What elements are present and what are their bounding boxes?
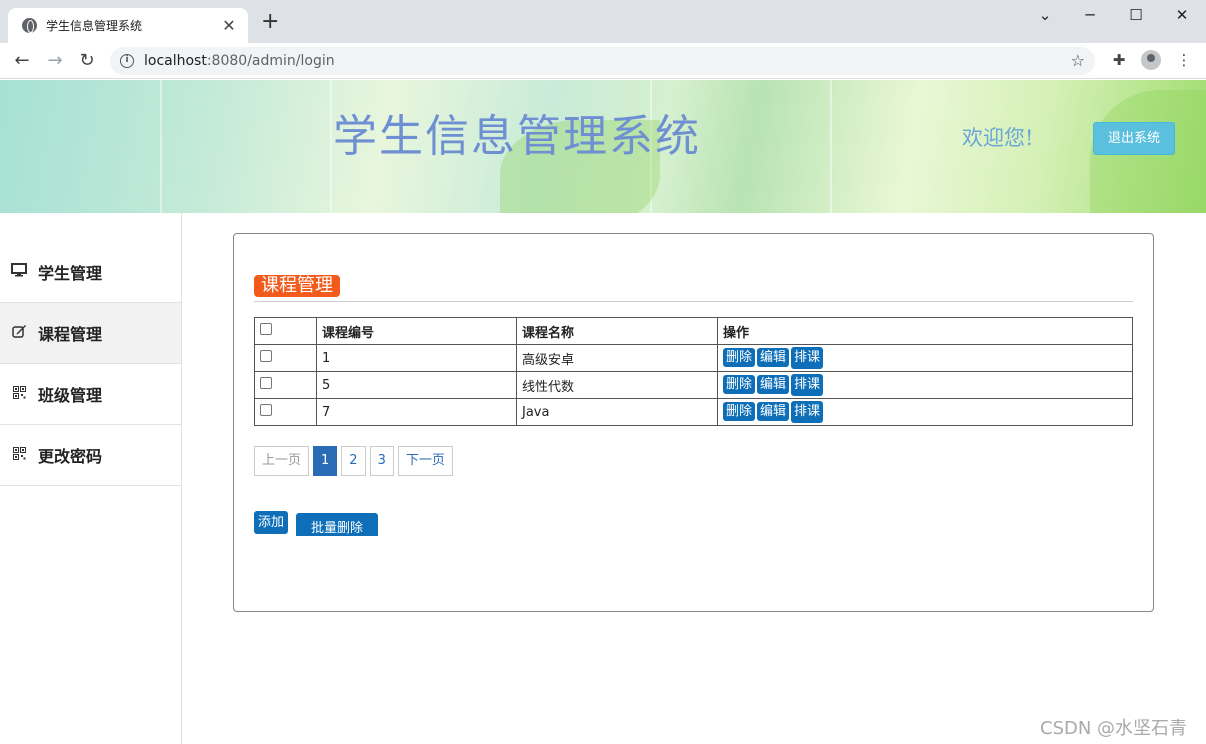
qrcode-icon <box>10 385 28 403</box>
browser-toolbar: ← → ↻ i localhost:8080/admin/login ☆ ✚ ⋮ <box>0 43 1206 79</box>
schedule-button[interactable]: 排课 <box>791 401 824 423</box>
address-bar[interactable]: i localhost:8080/admin/login ☆ <box>110 47 1095 75</box>
qrcode-icon <box>10 446 28 464</box>
column-header: 操作 <box>717 317 1133 345</box>
row-select-cell <box>254 344 317 372</box>
actions-cell: 删除 编辑 排课 <box>717 371 1133 399</box>
course-name-cell: 线性代数 <box>516 371 718 399</box>
back-icon[interactable]: ← <box>10 49 34 73</box>
edit-icon <box>10 324 28 342</box>
site-info-icon[interactable]: i <box>120 54 134 68</box>
course-table: 课程编号 课程名称 操作 1 高级安卓 删除 编辑 排课 5 线性代数 删除 编辑 排课… <box>254 317 1133 426</box>
pagination: 上一页 1 2 3 下一页 <box>254 446 457 476</box>
delete-button[interactable]: 删除 <box>723 402 756 421</box>
prev-page-button[interactable]: 上一页 <box>254 446 310 476</box>
banner-decoration <box>830 80 832 213</box>
url-path: :8080/admin/login <box>206 53 335 69</box>
course-name-cell: Java <box>516 398 718 426</box>
sidebar-item-label: 更改密码 <box>38 447 103 466</box>
select-all-cell <box>254 317 317 345</box>
browser-tab-bar: 学生信息管理系统 ✕ + ⌄ ─ ☐ ✕ <box>0 0 1206 43</box>
reload-icon[interactable]: ↻ <box>75 49 99 73</box>
table-row: 1 高级安卓 删除 编辑 排课 <box>254 344 1133 372</box>
edit-button[interactable]: 编辑 <box>757 375 790 394</box>
next-page-button[interactable]: 下一页 <box>397 446 453 476</box>
sidebar-item-label: 学生管理 <box>38 264 103 283</box>
actions-cell: 删除 编辑 排课 <box>717 398 1133 426</box>
forward-icon[interactable]: → <box>43 49 67 73</box>
schedule-button[interactable]: 排课 <box>791 374 824 396</box>
edit-button[interactable]: 编辑 <box>757 348 790 367</box>
course-name-cell: 高级安卓 <box>516 344 718 372</box>
close-window-button[interactable]: ✕ <box>1167 6 1197 24</box>
extensions-icon[interactable]: ✚ <box>1108 51 1130 69</box>
page-button[interactable]: 2 <box>341 446 366 476</box>
url-text: localhost:8080/admin/login <box>144 53 335 69</box>
schedule-button[interactable]: 排课 <box>791 347 824 369</box>
table-row: 5 线性代数 删除 编辑 排课 <box>254 371 1133 399</box>
url-host: localhost <box>144 53 207 69</box>
profile-avatar-icon[interactable] <box>1141 50 1161 70</box>
monitor-icon <box>10 263 28 281</box>
row-checkbox[interactable] <box>260 350 272 362</box>
globe-icon <box>22 18 37 33</box>
tab-search-icon[interactable]: ⌄ <box>1030 6 1060 24</box>
sidebar-item-classes[interactable]: 班级管理 <box>0 364 181 425</box>
sidebar-item-courses[interactable]: 课程管理 <box>0 303 181 364</box>
delete-button[interactable]: 删除 <box>723 375 756 394</box>
course-id-cell: 5 <box>316 371 517 399</box>
row-select-cell <box>254 371 317 399</box>
tab-title: 学生信息管理系统 <box>46 19 143 33</box>
banner-decoration <box>160 80 162 213</box>
course-id-cell: 7 <box>316 398 517 426</box>
add-button[interactable]: 添加 <box>254 511 289 534</box>
column-header: 课程编号 <box>316 317 517 345</box>
column-header: 课程名称 <box>516 317 718 345</box>
course-panel: 课程管理 课程编号 课程名称 操作 1 高级安卓 删除 编辑 排课 5 线性代数 删… <box>233 233 1154 612</box>
row-checkbox[interactable] <box>260 404 272 416</box>
sidebar-item-students[interactable]: 学生管理 <box>0 242 181 303</box>
minimize-button[interactable]: ─ <box>1075 6 1105 24</box>
section-title: 课程管理 <box>254 275 340 297</box>
row-checkbox[interactable] <box>260 377 272 389</box>
sidebar-item-password[interactable]: 更改密码 <box>0 425 181 486</box>
sidebar-item-label: 课程管理 <box>38 325 103 344</box>
page-button[interactable]: 1 <box>313 446 338 476</box>
tab-close-icon[interactable]: ✕ <box>220 16 238 35</box>
table-row: 7 Java 删除 编辑 排课 <box>254 398 1133 426</box>
sidebar-item-label: 班级管理 <box>38 386 103 405</box>
new-tab-button[interactable]: + <box>261 11 279 33</box>
table-header-row: 课程编号 课程名称 操作 <box>254 317 1133 345</box>
logout-button[interactable]: 退出系统 <box>1093 122 1175 155</box>
row-select-cell <box>254 398 317 426</box>
edit-button[interactable]: 编辑 <box>757 402 790 421</box>
sidebar: 学生管理 课程管理 班级管理 更改密码 <box>0 213 182 744</box>
page-button[interactable]: 3 <box>369 446 394 476</box>
actions-cell: 删除 编辑 排课 <box>717 344 1133 372</box>
menu-icon[interactable]: ⋮ <box>1173 51 1195 69</box>
select-all-checkbox[interactable] <box>260 323 272 335</box>
welcome-text: 欢迎您! <box>962 126 1034 150</box>
course-id-cell: 1 <box>316 344 517 372</box>
site-title: 学生信息管理系统 <box>333 111 701 162</box>
watermark: CSDN @水坚石青 <box>1040 718 1188 739</box>
batch-delete-button[interactable]: 批量删除 <box>296 513 378 536</box>
delete-button[interactable]: 删除 <box>723 348 756 367</box>
section-divider <box>254 301 1133 302</box>
banner-decoration <box>330 80 332 213</box>
maximize-button[interactable]: ☐ <box>1121 6 1151 24</box>
site-header: 学生信息管理系统 欢迎您! 退出系统 <box>0 80 1206 213</box>
browser-tab[interactable]: 学生信息管理系统 ✕ <box>8 8 248 43</box>
bookmark-star-icon[interactable]: ☆ <box>1071 51 1085 70</box>
